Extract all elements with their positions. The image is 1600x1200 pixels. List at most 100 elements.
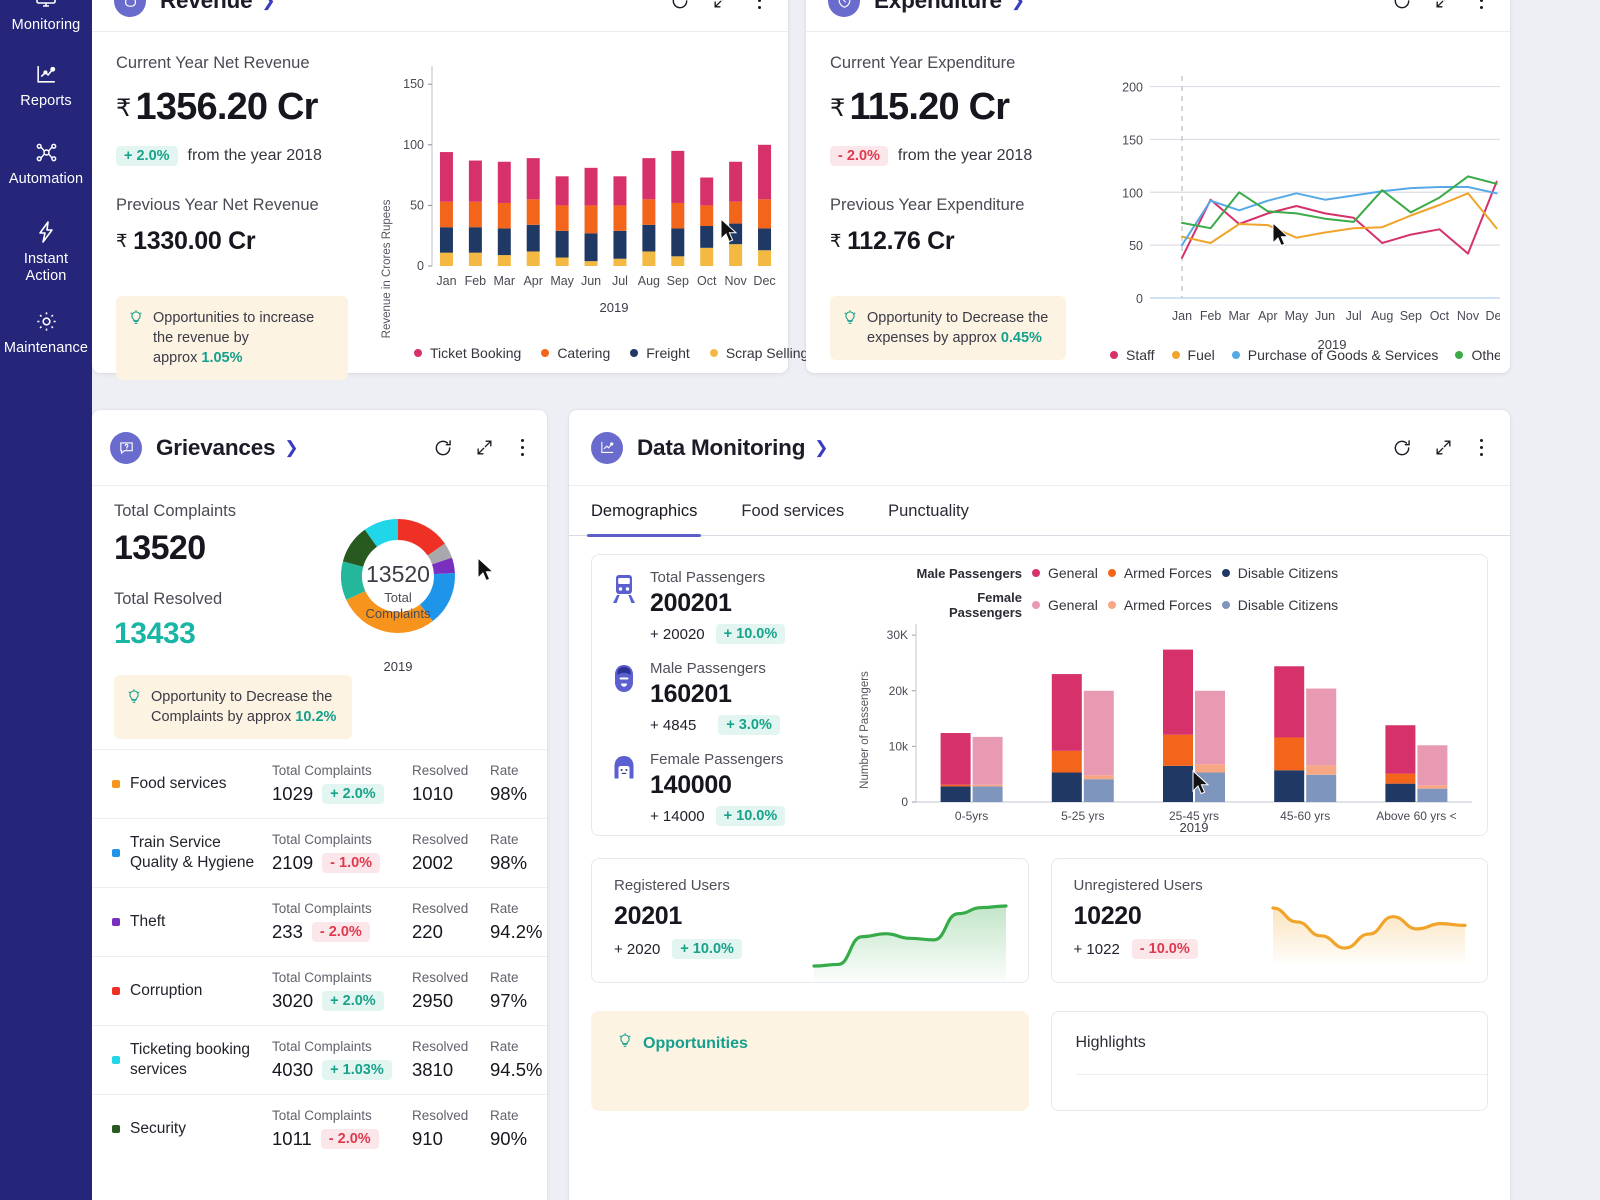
data-monitoring-card-title: Data Monitoring [637,434,806,460]
lightning-bolt-icon [34,220,58,246]
revenue-kpi-column: Current Year Net Revenue ₹1356.20 Cr + 2… [116,54,366,380]
total-complaints-cell: Total Complaints 3020 + 2.0% [272,970,412,1012]
legend-item[interactable]: Freight [630,345,690,361]
sidebar-item-maintenance[interactable]: Maintenance [0,305,92,361]
expenditure-kpi-column: Current Year Expenditure ₹115.20 Cr - 2.… [830,54,1078,363]
chevron-right-icon[interactable]: ❯ [814,438,828,458]
more-options-icon[interactable] [1475,0,1489,11]
sidebar-item-reports[interactable]: Reports [0,58,92,114]
legend-item[interactable]: Scrap Selling [709,345,808,361]
stat-total-passengers: Total Passengers 200201 + 20020 + 10.0% [610,569,870,644]
svg-text:Apr: Apr [1258,309,1277,323]
cell-value: 98% [490,783,528,804]
legend-item[interactable]: Disable Citizens [1221,565,1338,581]
legend-item[interactable]: Catering [541,345,610,361]
stat-delta-abs: + 4845 [650,716,697,734]
table-row[interactable]: Theft Total Complaints 233 - 2.0% Resolved 22… [92,887,547,956]
sidebar-item-label: Maintenance [3,340,89,356]
total-resolved-label: Total Resolved [114,590,223,608]
table-row[interactable]: Train Service Quality & Hygiene Total Com… [92,818,547,887]
grievance-chat-icon [110,431,142,464]
demographics-subcard: Total Passengers 200201 + 20020 + 10.0% [591,554,1488,836]
mini-delta-abs: + 1022 [1073,940,1120,958]
mini-delta-pct: + 10.0% [672,939,742,959]
cell-value: 233 [272,921,303,942]
legend-item[interactable]: Armed Forces [1107,565,1212,581]
expenditure-current-label: Current Year Expenditure [830,54,1016,72]
svg-text:Feb: Feb [465,274,487,288]
revenue-card: Revenue ❯ Current Year Net Revenue ₹ 135… [92,0,808,380]
chevron-right-icon[interactable]: ❯ [261,0,275,11]
legend-item[interactable]: Others [1455,347,1500,363]
resolved-cell: Resolved 2002 [412,832,490,874]
highlights-panel: Highlights [1050,1011,1488,1111]
cell-delta: + 2.0% [322,784,384,804]
more-options-icon[interactable] [516,437,530,459]
expand-icon[interactable] [1434,438,1453,457]
revenue-bar-chart: Revenue in Crores Rupees 0 50 100 150 Jan Fe… [366,54,808,380]
expand-icon[interactable] [712,0,731,10]
sidebar-item-automation[interactable]: Automation [0,136,92,192]
svg-text:Nov: Nov [1457,309,1480,323]
revenue-previous-value: ₹1330.00 Cr [116,227,256,255]
legend-item[interactable]: Ticket Booking [414,345,521,361]
svg-text:45-60 yrs: 45-60 yrs [1280,809,1330,823]
table-row[interactable]: Corruption Total Complaints 3020 + 2.0% Reso… [92,956,547,1025]
svg-text:Mar: Mar [494,274,516,288]
table-row[interactable]: Security Total Complaints 1011 - 2.0% Resolv… [92,1094,547,1163]
svg-text:Revenue in Crores Rupees: Revenue in Crores Rupees [381,199,393,338]
svg-text:Jun: Jun [581,274,601,288]
more-options-icon[interactable] [753,0,767,11]
column-header: Total Complaints [272,1039,372,1054]
grievance-category: Ticketing booking services [112,1040,272,1080]
mini-delta-pct: - 10.0% [1131,939,1198,959]
total-resolved-value: 13433 [114,617,196,650]
cell-value: 910 [412,1128,443,1149]
expenditure-current-value: ₹115.20 Cr [830,86,1010,128]
expenditure-previous-value: ₹112.76 Cr [830,227,955,255]
sidebar-item-label: Monitoring [11,17,81,33]
highlights-title: Highlights [1075,1034,1146,1051]
expenditure-card-header: Expenditure ❯ [806,0,1510,32]
expand-icon[interactable] [1434,0,1453,10]
sidebar-item-label: Automation [8,171,84,187]
svg-text:Jan: Jan [436,274,456,288]
lightbulb-icon [617,1033,633,1054]
legend-item[interactable]: Fuel [1171,347,1215,363]
svg-text:Nov: Nov [725,274,748,288]
chevron-right-icon[interactable]: ❯ [284,438,298,458]
svg-text:Oct: Oct [697,274,717,288]
automation-nodes-icon [34,140,59,166]
svg-text:5-25 yrs: 5-25 yrs [1061,809,1104,823]
rate-cell: Rate 94.2% [490,901,560,943]
expand-icon[interactable] [475,438,494,457]
total-complaints-cell: Total Complaints 4030 + 1.03% [272,1039,412,1081]
refresh-icon[interactable] [433,438,453,458]
sidebar-item-instant-action[interactable]: Instant Action [0,216,92,289]
cell-value: 1010 [412,783,454,804]
cell-delta: - 1.0% [322,853,381,873]
tab-punctuality[interactable]: Punctuality [888,486,969,535]
refresh-icon[interactable] [1392,438,1412,458]
unregistered-users-card: Unregistered Users 10220 + 1022 - 10.0% [1050,858,1488,983]
table-row[interactable]: Food services Total Complaints 1029 + 2.0% R… [92,749,547,818]
train-icon [610,573,638,610]
legend-item[interactable]: Purchase of Goods & Services [1231,347,1438,363]
revenue-current-label: Current Year Net Revenue [116,54,310,72]
more-options-icon[interactable] [1475,437,1489,459]
table-row[interactable]: Ticketing booking services Total Complain… [92,1025,547,1094]
column-header: Total Complaints [272,970,372,985]
svg-text:20k: 20k [889,684,909,698]
stat-delta-row: + 4845 + 3.0% [650,715,780,735]
legend-item[interactable]: General [1032,565,1098,581]
tab-food-services[interactable]: Food services [741,486,844,535]
svg-text:0: 0 [901,795,908,809]
tab-demographics[interactable]: Demographics [586,486,702,537]
chevron-right-icon[interactable]: ❯ [1011,0,1025,11]
cell-value: 2109 [272,852,314,873]
sidebar-item-monitoring[interactable]: Monitoring [0,0,92,38]
refresh-icon[interactable] [670,0,690,11]
legend-item[interactable]: Staff [1110,347,1155,363]
refresh-icon[interactable] [1392,0,1412,11]
grievances-opportunity-box: Opportunity to Decrease the Complaints b… [114,675,352,739]
